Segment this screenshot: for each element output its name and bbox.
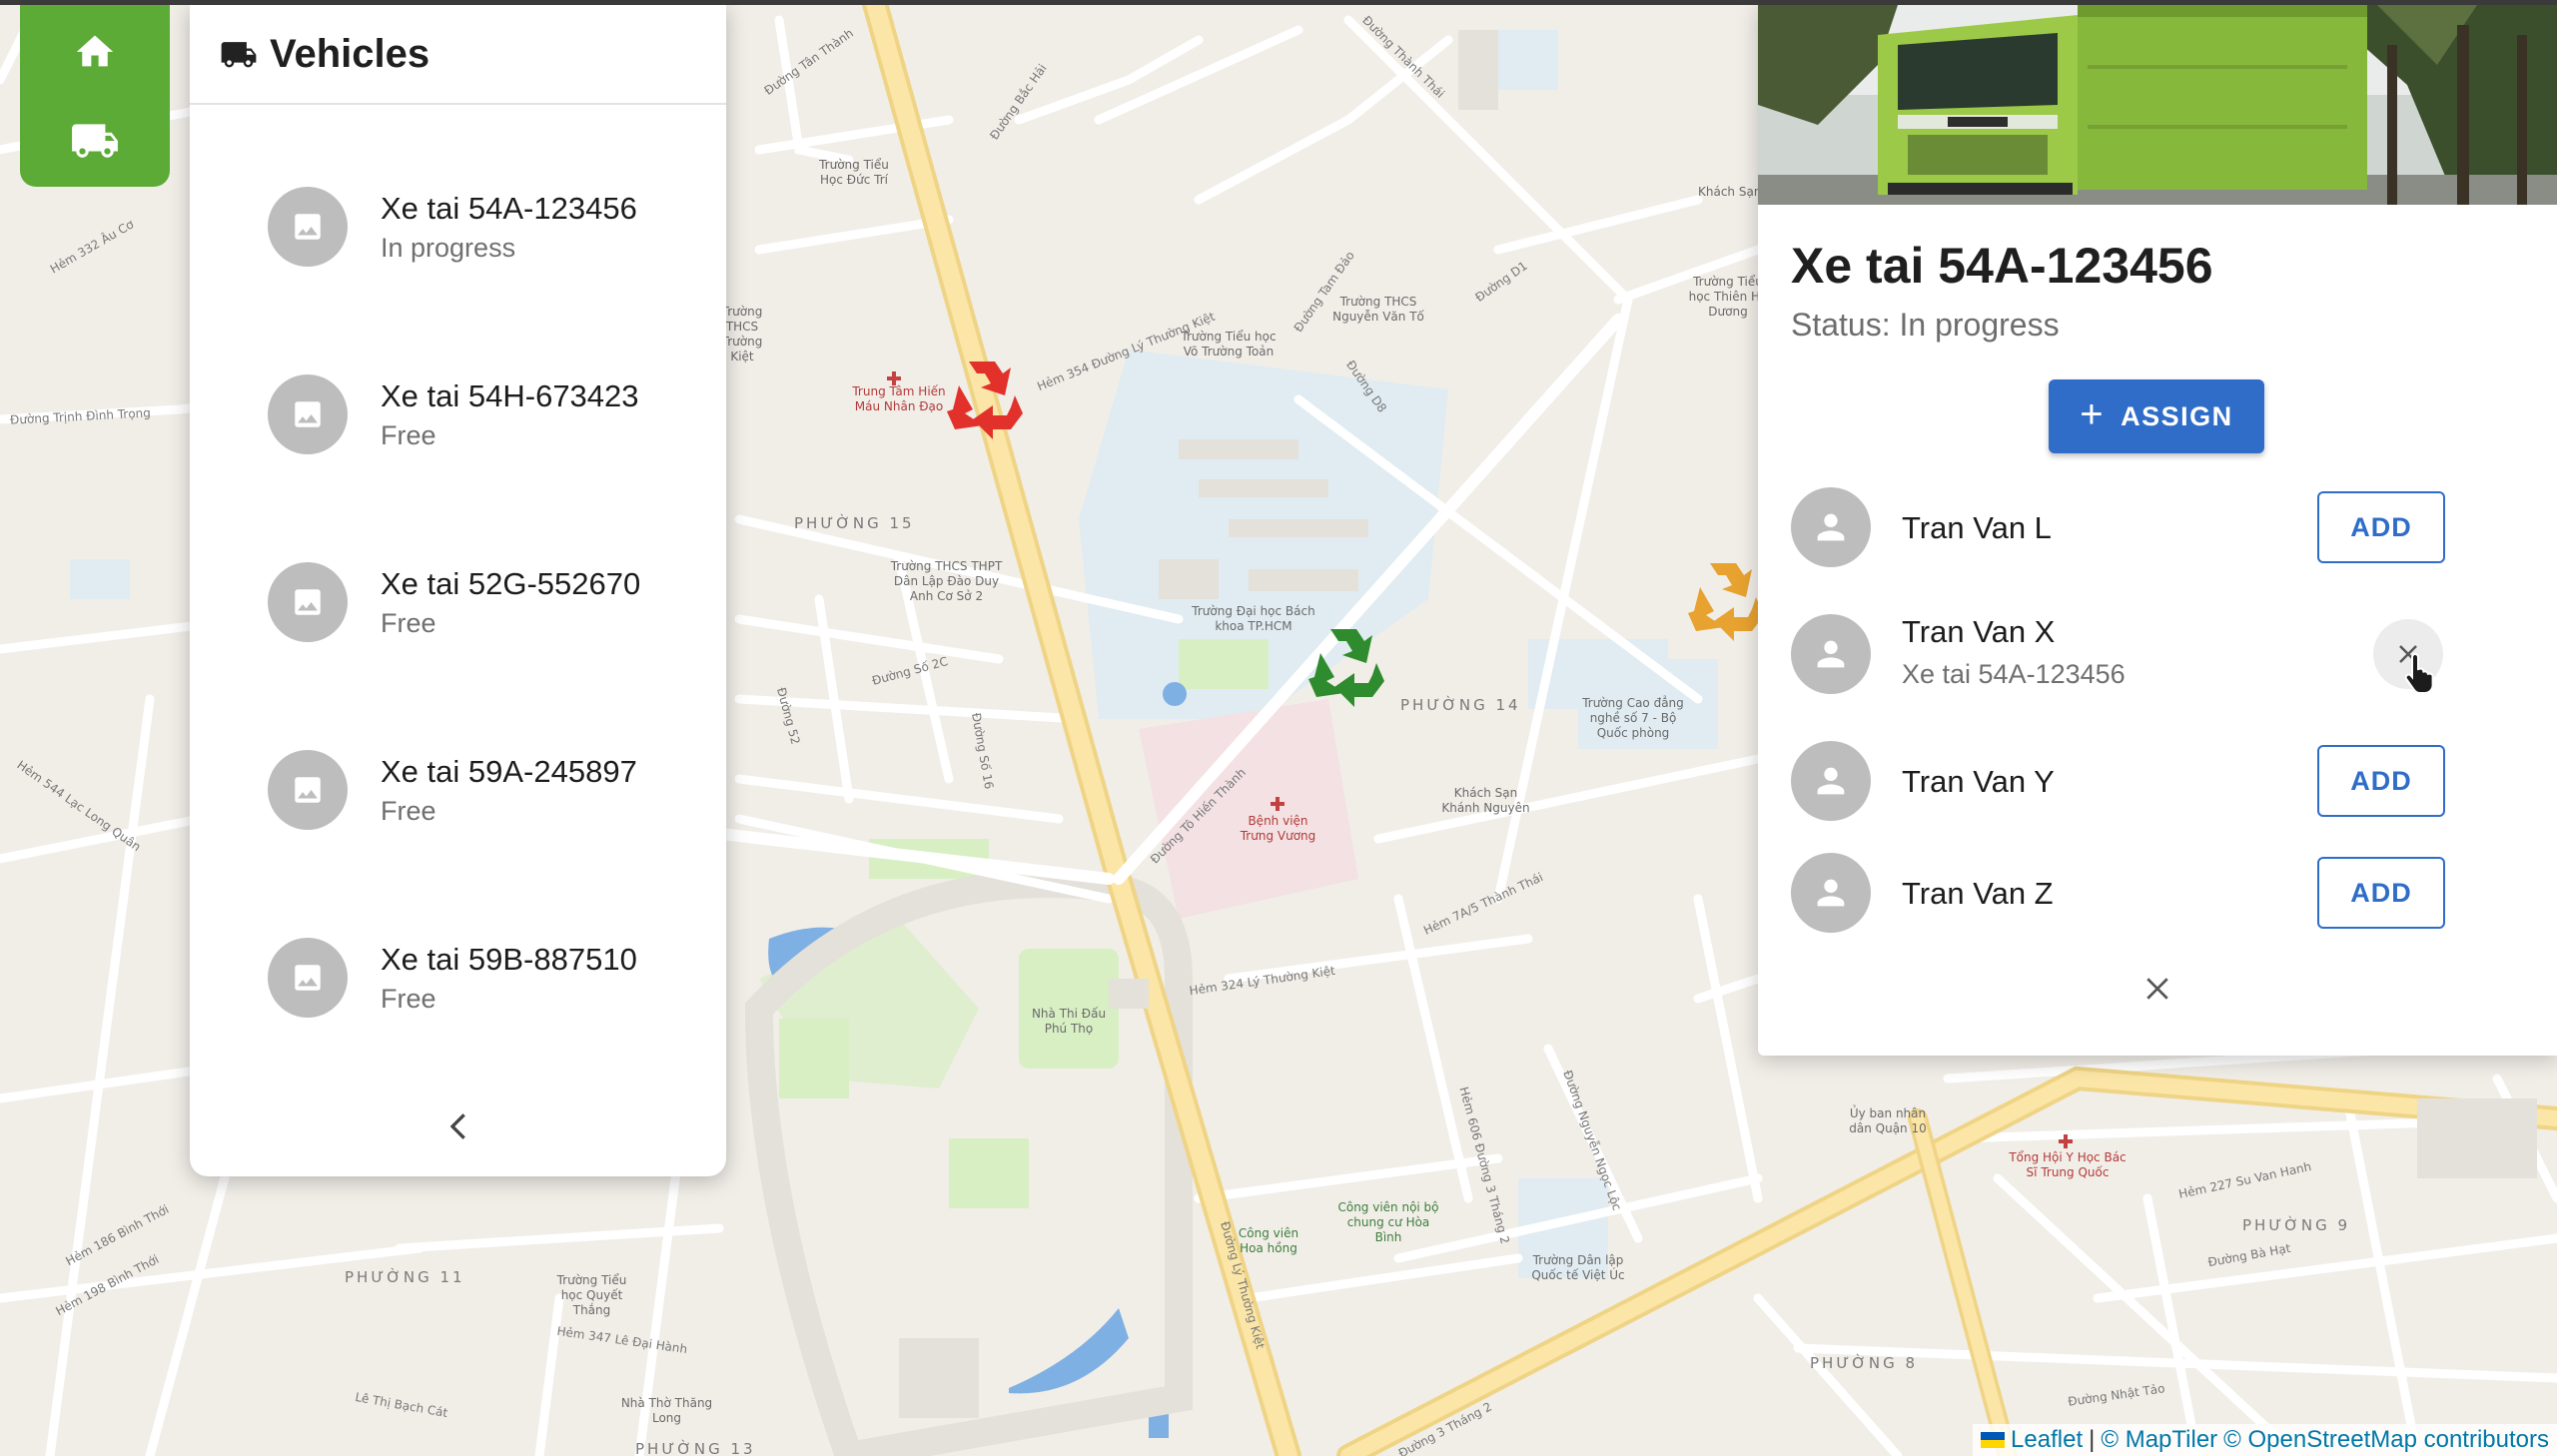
vehicle-hero-image — [1758, 5, 2557, 205]
map-poi-label: Trường Tiểu học Quyết Thắng — [556, 1273, 627, 1317]
add-driver-button[interactable]: ADD — [2317, 491, 2445, 563]
vehicles-panel-title: Vehicles — [270, 31, 430, 76]
add-driver-button[interactable]: ADD — [2317, 745, 2445, 817]
driver-row: Tran Van L ADD — [1758, 472, 2557, 582]
vehicle-avatar — [268, 938, 348, 1018]
map-attribution: Leaflet | © MapTiler © OpenStreetMap con… — [1973, 1424, 2557, 1456]
driver-avatar — [1791, 741, 1871, 821]
vehicle-avatar — [268, 187, 348, 267]
image-placeholder-icon — [295, 965, 321, 991]
vehicle-name: Xe tai 54A-123456 — [381, 191, 637, 226]
truck-icon — [72, 124, 118, 158]
vehicle-detail-title: Xe tai 54A-123456 — [1791, 238, 2213, 294]
assign-button[interactable]: + ASSIGN — [2049, 379, 2264, 453]
map-poi-label: Trường Đại học Bách khoa TP.HCM — [1192, 604, 1315, 633]
leaflet-link[interactable]: Leaflet — [2011, 1426, 2083, 1454]
vehicle-detail-status: Status: In progress — [1791, 307, 2060, 343]
map-poi-label: Nhà Thi Đấu Phú Thọ — [1031, 1007, 1107, 1036]
person-icon — [1817, 640, 1845, 668]
map-poi-label: Trường Dân lập Quốc tế Việt Úc — [1531, 1253, 1625, 1282]
ukraine-flag-icon — [1981, 1432, 2006, 1448]
person-icon — [1817, 767, 1845, 795]
maptiler-link[interactable]: © MapTiler — [2101, 1426, 2217, 1454]
image-placeholder-icon — [295, 589, 321, 615]
driver-row: Tran Van Z ADD — [1758, 838, 2557, 948]
driver-avatar — [1791, 614, 1871, 694]
map-ward-label: PHƯỜNG 13 — [635, 1440, 756, 1456]
chevron-left-icon — [449, 1113, 465, 1139]
vehicle-status: Free — [381, 796, 436, 826]
map-poi-label: Bệnh viện Trưng Vương — [1240, 814, 1316, 843]
add-driver-button[interactable]: ADD — [2317, 857, 2445, 929]
vehicle-name: Xe tai 54H-673423 — [381, 378, 639, 413]
map-poi-label: Công viên Hoa hồng — [1238, 1226, 1299, 1255]
hand-cursor-icon — [2404, 652, 2434, 694]
nav-vehicles-button[interactable] — [20, 100, 170, 180]
vehicle-detail-panel: Xe tai 54A-123456 Status: In progress + … — [1758, 5, 2557, 1056]
image-placeholder-icon — [295, 401, 321, 427]
nav-rail — [20, 0, 170, 187]
vehicle-status: In progress — [381, 233, 516, 263]
vehicle-list-item[interactable]: Xe tai 52G-552670 Free — [190, 508, 726, 696]
vehicle-name: Xe tai 52G-552670 — [381, 566, 641, 601]
driver-name: Tran Van Y — [1902, 764, 2055, 799]
vehicle-avatar — [268, 374, 348, 454]
map-poi-label: Trường THCS THPT Dân Lập Đào Duy Anh Cơ … — [890, 559, 1003, 603]
map-ward-label: PHƯỜNG 11 — [345, 1268, 465, 1286]
person-icon — [1817, 879, 1845, 907]
home-icon — [76, 35, 114, 67]
map-poi-label: Tổng Hội Y Học Bác Sĩ Trung Quốc — [2009, 1150, 2127, 1179]
vehicle-status: Free — [381, 984, 436, 1014]
collapse-panel-button[interactable] — [432, 1101, 482, 1151]
map-poi-label: Trường Tiểu học Võ Trường Toản — [1181, 330, 1277, 359]
vehicle-avatar — [268, 562, 348, 642]
map-ward-label: PHƯỜNG 14 — [1400, 696, 1521, 714]
image-placeholder-icon — [295, 214, 321, 240]
attribution-separator: | — [2089, 1426, 2096, 1453]
vehicle-list-item[interactable]: Xe tai 59A-245897 Free — [190, 696, 726, 884]
driver-row: Tran Van Y ADD — [1758, 726, 2557, 836]
map-ward-label: PHƯỜNG 9 — [2242, 1216, 2351, 1234]
map-poi-label: Nhà Thờ Thăng Long — [620, 1396, 713, 1425]
browser-top-edge — [0, 0, 2557, 5]
image-placeholder-icon — [295, 777, 321, 803]
vehicle-status: Free — [381, 420, 436, 450]
close-detail-button[interactable] — [2132, 964, 2182, 1014]
truck-icon — [221, 42, 257, 68]
vehicles-panel: Vehicles Xe tai 54A-123456 In progress X… — [190, 5, 726, 1176]
vehicle-name: Xe tai 59A-245897 — [381, 754, 637, 789]
map-poi-label: Khách Sạn Khánh Nguyên — [1441, 786, 1530, 815]
driver-assigned-vehicle: Xe tai 54A-123456 — [1902, 659, 2126, 689]
driver-avatar — [1791, 853, 1871, 933]
osm-link[interactable]: © OpenStreetMap contributors — [2223, 1426, 2549, 1454]
map-poi-label: Trường Cao đẳng nghề số 7 - Bộ Quốc phòn… — [1582, 696, 1684, 740]
map-ward-label: PHƯỜNG 15 — [794, 514, 915, 532]
map-poi-label: Trung Tâm Hiến Máu Nhân Đạo — [852, 384, 946, 413]
map-ward-label: PHƯỜNG 8 — [1810, 1354, 1919, 1372]
nav-home-button[interactable] — [20, 10, 170, 90]
close-icon — [2146, 978, 2168, 1000]
map-poi-label: Trường Tiểu Học Đức Trí — [819, 158, 889, 187]
map-poi-label: Ủy ban nhân dân Quận 10 — [1849, 1106, 1927, 1135]
plus-icon: + — [2080, 392, 2106, 436]
person-icon — [1817, 513, 1845, 541]
recycle-marker-orange[interactable] — [1688, 563, 1764, 641]
vehicle-list-item[interactable]: Xe tai 59B-887510 Free — [190, 884, 726, 1072]
map-poi-label: Công viên nội bộ chung cư Hòa Bình — [1337, 1200, 1439, 1244]
driver-name: Tran Van X — [1902, 614, 2056, 649]
driver-name: Tran Van L — [1902, 510, 2052, 545]
vehicle-status: Free — [381, 608, 436, 638]
vehicle-list-item[interactable]: Xe tai 54A-123456 In progress — [190, 133, 726, 321]
map-poi-label: Khách Sạn — [1698, 185, 1762, 199]
vehicle-avatar — [268, 750, 348, 830]
driver-avatar — [1791, 487, 1871, 567]
driver-name: Tran Van Z — [1902, 876, 2054, 911]
vehicles-panel-header: Vehicles — [190, 5, 726, 105]
vehicle-name: Xe tai 59B-887510 — [381, 942, 637, 977]
map-poi-label: Trường THCS Nguyễn Văn Tố — [1332, 295, 1424, 324]
vehicle-list-item[interactable]: Xe tai 54H-673423 Free — [190, 321, 726, 508]
assign-button-label: ASSIGN — [2121, 400, 2233, 431]
